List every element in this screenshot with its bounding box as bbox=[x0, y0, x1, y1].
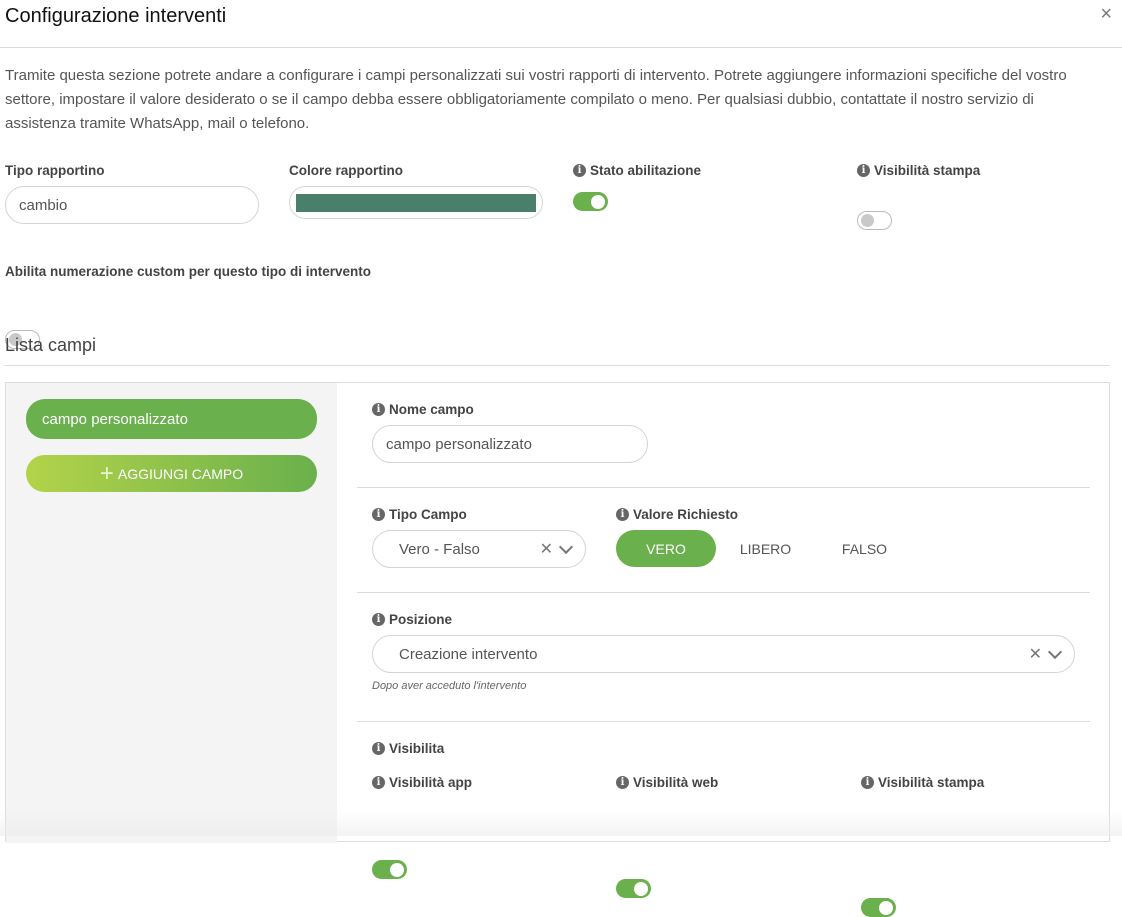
info-icon: i bbox=[573, 164, 586, 177]
lista-divider bbox=[5, 365, 1110, 366]
tipo-campo-select[interactable]: Vero - Falso ✕ bbox=[372, 530, 586, 568]
header-divider bbox=[0, 47, 1122, 48]
description-text: Tramite questa sezione potrete andare a … bbox=[5, 67, 1067, 132]
clear-icon[interactable]: ✕ bbox=[1029, 644, 1042, 664]
chevron-down-icon[interactable] bbox=[558, 539, 574, 554]
info-icon: i bbox=[372, 742, 385, 755]
info-icon: i bbox=[616, 776, 629, 789]
info-icon: i bbox=[616, 508, 629, 521]
tipo-rapportino-label: Tipo rapportino bbox=[5, 163, 105, 178]
tipo-campo-label: i Tipo Campo bbox=[372, 507, 467, 522]
info-icon: i bbox=[372, 776, 385, 789]
info-icon: i bbox=[861, 776, 874, 789]
numerazione-label: Abilita numerazione custom per questo ti… bbox=[5, 264, 372, 279]
valore-option-vero[interactable]: VERO bbox=[616, 530, 716, 567]
close-icon[interactable]: × bbox=[1100, 3, 1112, 25]
add-field-button[interactable]: + AGGIUNGI CAMPO bbox=[26, 455, 317, 492]
visibilita-stampa-detail-toggle[interactable] bbox=[861, 898, 896, 917]
info-icon: i bbox=[372, 508, 385, 521]
detail-divider bbox=[357, 721, 1090, 722]
posizione-select[interactable]: Creazione intervento ✕ bbox=[372, 635, 1075, 673]
plus-icon: + bbox=[99, 459, 114, 487]
visibilita-stampa-label: i Visibilità stampa bbox=[857, 163, 980, 178]
visibilita-stampa-detail-label: i Visibilità stampa bbox=[861, 775, 984, 790]
visibilita-label: i Visibilita bbox=[372, 741, 444, 756]
colore-rapportino-label: Colore rapportino bbox=[289, 163, 403, 178]
stato-abilitazione-label: i Stato abilitazione bbox=[573, 163, 701, 178]
lista-campi-title: Lista campi bbox=[5, 335, 97, 355]
detail-divider bbox=[357, 487, 1090, 488]
campi-list-column bbox=[6, 383, 337, 843]
posizione-hint: Dopo aver acceduto l'intervento bbox=[372, 680, 527, 692]
visibilita-stampa-toggle[interactable] bbox=[857, 211, 892, 230]
chevron-down-icon[interactable] bbox=[1047, 644, 1063, 659]
valore-option-libero[interactable]: LIBERO bbox=[716, 530, 815, 567]
valore-richiesto-label: i Valore Richiesto bbox=[616, 507, 738, 522]
stato-abilitazione-toggle[interactable] bbox=[573, 192, 608, 211]
info-icon: i bbox=[857, 164, 870, 177]
field-list-item[interactable]: campo personalizzato bbox=[26, 399, 317, 439]
info-icon: i bbox=[372, 613, 385, 626]
modal-title: Configurazione interventi bbox=[5, 5, 227, 27]
tipo-rapportino-input[interactable]: cambio bbox=[5, 186, 259, 224]
visibilita-web-label: i Visibilità web bbox=[616, 775, 718, 790]
colore-rapportino-picker[interactable] bbox=[289, 186, 543, 219]
posizione-label: i Posizione bbox=[372, 612, 452, 627]
visibilita-app-label: i Visibilità app bbox=[372, 775, 472, 790]
nome-campo-label: i Nome campo bbox=[372, 402, 474, 417]
nome-campo-input[interactable]: campo personalizzato bbox=[372, 425, 648, 463]
info-icon: i bbox=[372, 403, 385, 416]
clear-icon[interactable]: ✕ bbox=[540, 539, 553, 559]
detail-divider bbox=[357, 592, 1090, 593]
valore-option-falso[interactable]: FALSO bbox=[815, 530, 914, 567]
visibilita-app-toggle[interactable] bbox=[372, 860, 407, 879]
visibilita-web-toggle[interactable] bbox=[616, 879, 651, 898]
color-swatch bbox=[296, 194, 536, 212]
